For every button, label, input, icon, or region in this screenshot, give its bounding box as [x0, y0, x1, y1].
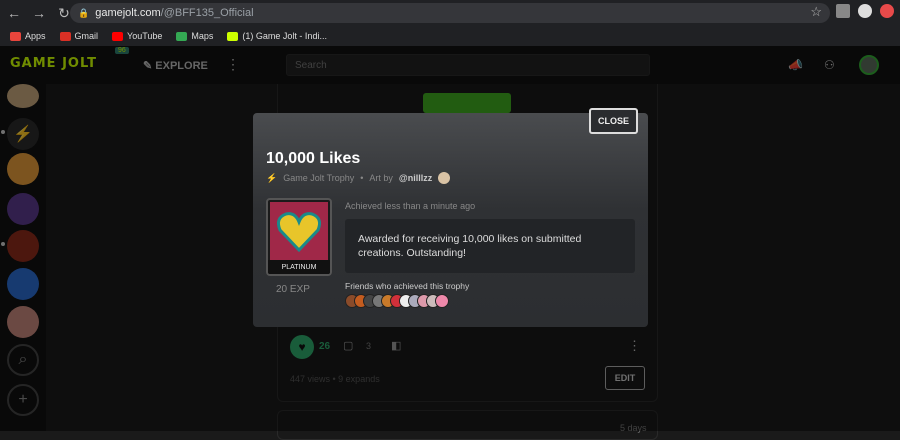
- bookmark-favicon-icon: [112, 31, 124, 41]
- trophy-heart-art: [270, 202, 328, 260]
- artist-link[interactable]: @nilllzz: [399, 173, 432, 183]
- trophy-image: PLATINUM: [266, 198, 332, 276]
- bookmark-item[interactable]: Maps: [176, 31, 213, 41]
- bookmark-item[interactable]: (1) Game Jolt - Indi...: [227, 31, 327, 41]
- bookmark-label: Gmail: [74, 31, 99, 41]
- bookmarks-bar: Apps Gmail YouTube Maps (1) Game Jolt - Indi…: [0, 26, 900, 46]
- back-icon[interactable]: ←: [3, 2, 25, 24]
- close-button[interactable]: CLOSE: [589, 108, 638, 134]
- trophy-description: Awarded for receiving 10,000 likes on su…: [345, 219, 635, 273]
- bookmark-label: (1) Game Jolt - Indi...: [242, 31, 327, 41]
- lock-icon: 🔒: [78, 7, 90, 18]
- bookmark-item[interactable]: Gmail: [59, 31, 99, 41]
- trophy-type: Game Jolt Trophy: [283, 173, 355, 183]
- extension-icon[interactable]: [880, 4, 894, 18]
- exp-value: 20 EXP: [276, 284, 310, 295]
- bookmark-favicon-icon: [227, 31, 239, 41]
- url-host: gamejolt.com: [95, 7, 161, 19]
- trophy-title: 10,000 Likes: [266, 150, 361, 167]
- bookmark-label: Apps: [25, 31, 46, 41]
- bookmark-item[interactable]: YouTube: [112, 31, 162, 41]
- gamejolt-trophy-icon: ⚡: [266, 172, 278, 183]
- art-by-label: Art by: [369, 173, 393, 183]
- bookmark-item[interactable]: Apps: [10, 31, 46, 41]
- bookmark-favicon-icon: [176, 31, 188, 41]
- artist-avatar[interactable]: [438, 172, 451, 184]
- friend-avatars: [345, 294, 449, 308]
- playlist-icon[interactable]: [836, 4, 850, 18]
- bookmark-label: Maps: [191, 31, 214, 41]
- achieved-time: Achieved less than a minute ago: [345, 201, 476, 211]
- extension-icons: [836, 4, 894, 18]
- url-path: /@BFF135_Official: [160, 7, 254, 19]
- forward-icon[interactable]: →: [28, 2, 50, 24]
- separator-dot: •: [360, 173, 364, 183]
- profile-icon[interactable]: [858, 4, 872, 18]
- bookmark-favicon-icon: [10, 31, 21, 41]
- trophy-meta: ⚡ Game Jolt Trophy • Art by @nilllzz: [266, 172, 451, 184]
- bookmark-label: YouTube: [127, 31, 163, 41]
- friends-label: Friends who achieved this trophy: [345, 281, 470, 291]
- bookmark-star-icon[interactable]: ☆: [810, 4, 822, 20]
- address-bar[interactable]: 🔒 gamejolt.com/@BFF135_Official ☆: [70, 3, 830, 23]
- friend-avatar[interactable]: [435, 294, 449, 308]
- bookmark-favicon-icon: [59, 31, 71, 41]
- trophy-tier: PLATINUM: [268, 260, 330, 274]
